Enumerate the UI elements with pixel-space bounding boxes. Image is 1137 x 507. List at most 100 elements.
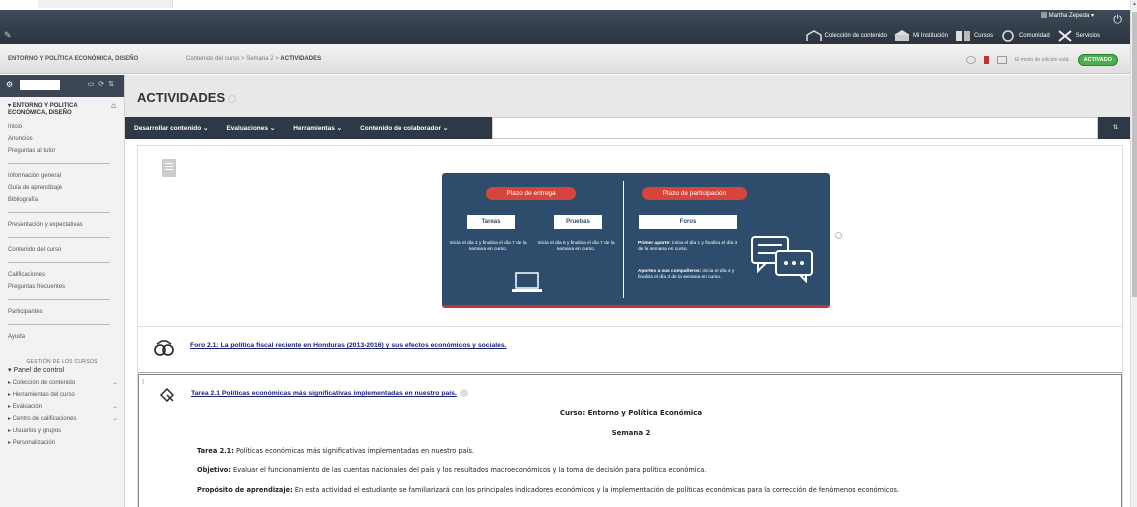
panel-item-label: Usuarios y grupos [12,428,62,434]
control-panel-toggle[interactable]: ▾ Panel de control [0,365,124,377]
pencil-icon: ✎ [4,30,12,40]
sidebar-item-contenido[interactable]: Contenido del curso [0,244,124,256]
sidebar-item-inicio[interactable]: Inicio [0,121,124,133]
sidebar-item-participantes[interactable]: Participantes [0,306,124,318]
user-name: Martha Zepeda [1048,13,1090,19]
foros-box: Foros [639,215,737,229]
tarea-link[interactable]: Tarea 2.1 Políticas económicas más signi… [191,390,457,397]
panel-item-label: Colección de contenido [12,380,76,386]
sidebar-course-title[interactable]: ▾ ENTORNO Y POLITICA ECONÓMICA, DISEÑO ⌂ [0,97,124,117]
content-list: Plazo de entrega Plazo de participación … [137,145,1123,507]
objetivo-text: Evaluar el funcionamiento de las cuentas… [230,466,707,474]
sidebar-item-presentacion[interactable]: Presentación y expectativas [0,219,124,231]
panel-item-evaluacion[interactable]: ▸ Evaluación → [0,401,124,413]
primer-aporte-text: Primer aporte: inicia el día 1 y finaliz… [638,241,740,253]
eye-icon[interactable] [965,56,976,64]
plazo-entrega-pill: Plazo de entrega [486,187,576,200]
menu-label: Contenido de colaborador [360,125,442,132]
divider [8,163,110,164]
panel-item-personalizacion[interactable]: ▸ Personalización [0,437,124,449]
menu-desarrollar[interactable]: Desarrollar contenido ⌄ [125,124,217,132]
curso-heading: Curso: Entorno y Política Económica [559,409,703,417]
sidebar-item-anuncios[interactable]: Anuncios [0,133,124,145]
menu-colaborador[interactable]: Contenido de colaborador ⌄ [351,124,457,132]
scroll-up-icon[interactable]: ▲ [1132,1,1137,7]
scrollbar-thumb[interactable] [1132,12,1137,297]
edit-mode-toggle[interactable]: ACTIVADO [1077,54,1118,66]
breadcrumb-path-text[interactable]: Contenido del curso > Semana 2 > [186,56,280,62]
sidebar-item-calificaciones[interactable]: Calificaciones [0,269,124,281]
breadcrumb-current: ACTIVIDADES [280,56,322,62]
edit-mode-area: El modo de edición está: ACTIVADO [965,54,1118,66]
panel-item-label: Herramientas del curso [12,392,75,398]
gear-icon[interactable]: ⚙ [6,80,13,89]
breadcrumb-path: Contenido del curso > Semana 2 > ACTIVID… [186,56,321,62]
breadcrumb-course[interactable]: ENTORNO Y POLÍTICA ECONÓMICA, DISEÑO [8,56,138,62]
list-item: Plazo de entrega Plazo de participación … [138,146,1122,327]
pruebas-text: Inicia el día 6 y finaliza el día 7 de l… [537,241,615,252]
nav-label: Mi Institución [912,33,948,39]
infographic-image: Plazo de entrega Plazo de participación … [442,173,830,308]
chat-bubbles-icon [751,236,813,283]
divider [8,237,110,238]
page-title-text: ACTIVIDADES [137,90,226,105]
content-collection-icon [805,30,822,41]
page-title-bar: ACTIVIDADES [125,75,1130,117]
sort-icon[interactable]: ⇅ [1113,124,1118,131]
sidebar-item-preguntas-frecuentes[interactable]: Preguntas frecuentes [0,281,124,293]
panel-item-label: Personalización [12,440,56,446]
proposito-label: Propósito de aprendizaje: [197,486,293,494]
drag-handle-icon[interactable]: ⁝ [142,378,144,386]
plazo-participacion-pill: Plazo de participación [642,187,747,200]
panel-item-herramientas[interactable]: ▸ Herramientas del curso [0,389,124,401]
sidebar-item-informacion[interactable]: Información general [0,170,124,182]
course-title: ENTORNO Y POLITICA ECONÓMICA, DISEÑO [8,103,78,116]
menu-evaluaciones[interactable]: Evaluaciones ⌄ [217,124,284,132]
tareas-box: Tareas [467,215,515,229]
arrow-right-icon: → [112,404,118,410]
panel-item-label: Evaluación [12,404,43,410]
aportes-text: Aportes a sus compañeros: inicia el día … [638,269,740,281]
sidebar-item-guia[interactable]: Guía de aprendizaje [0,182,124,194]
sidebar-item-preguntas-tutor[interactable]: Preguntas al tutor [0,145,124,157]
action-bar-blank [492,117,1098,139]
list-item: Foro 2.1: La política fiscal reciente en… [138,327,1122,373]
flag-icon[interactable] [983,56,989,64]
foro-link[interactable]: Foro 2.1: La política fiscal reciente en… [190,342,507,349]
nav-label: Comunidad [1018,33,1050,39]
item-options-icon[interactable] [459,388,468,397]
page-scrollbar[interactable]: ▲ [1130,0,1137,507]
laptop-icon [512,272,542,292]
menu-herramientas[interactable]: Herramientas ⌄ [284,124,351,132]
nav-label: Colección de contenido [824,33,887,39]
nav-label: Servicios [1075,33,1100,39]
panel-item-label: Centro de calificaciones [12,416,77,422]
assignment-icon [160,388,174,402]
sidebar-controls-icon[interactable]: ▭⟳⇅ [88,80,118,88]
panel-item-coleccion[interactable]: ▸ Colección de contenido → [0,377,124,389]
panel-item-usuarios[interactable]: ▸ Usuarios y grupos [0,425,124,437]
semana-heading: Semana 2 [611,429,651,437]
panel-item-centro[interactable]: ▸ Centro de calificaciones → [0,413,124,425]
proposito-text: En esta actividad el estudiante se famil… [292,486,900,494]
services-icon [1058,30,1072,42]
tarea-link-wrap: Tarea 2.1 Políticas económicas más signi… [191,388,468,397]
options-icon[interactable] [228,94,237,103]
edit-mode-label: El modo de edición está: [1014,57,1070,63]
lock-icon[interactable] [996,56,1007,64]
page-title: ACTIVIDADES [137,90,237,105]
sidebar-item-ayuda[interactable]: Ayuda [0,331,124,343]
community-icon [1002,30,1014,42]
tarea-text: Políticas económicas más significativas … [233,447,475,455]
user-menu[interactable]: Martha Zepeda ▾ [1040,12,1094,19]
item-options-icon[interactable] [835,232,842,239]
document-icon [162,159,176,177]
sidebar-item-bibliografia[interactable]: Bibliografía [0,194,124,206]
arrow-right-icon: → [112,416,118,422]
browser-tab[interactable] [38,0,173,8]
top-header-bar: ✎ Martha Zepeda ▾ ⏻ Colección de conteni… [0,10,1130,44]
sidebar-search-box[interactable] [20,80,60,90]
home-icon[interactable]: ⌂ [111,102,116,110]
power-icon[interactable]: ⏻ [1113,14,1122,27]
divider [8,324,110,325]
